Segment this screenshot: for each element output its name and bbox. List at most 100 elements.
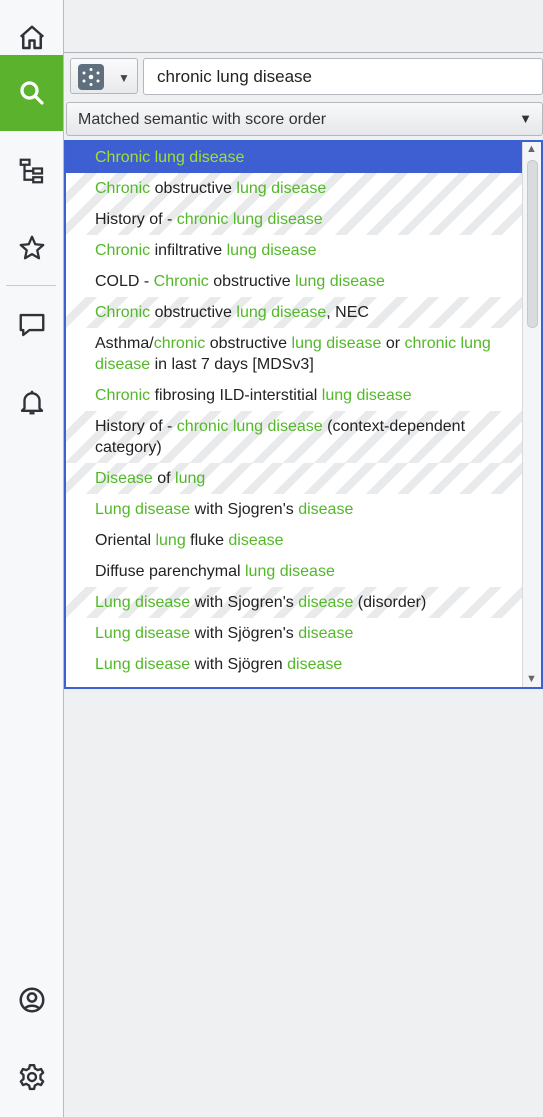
result-item[interactable]: Chronic lung disease <box>66 142 523 173</box>
result-text: obstructive <box>208 273 296 290</box>
sort-order-select[interactable]: Matched semantic with score order ▼ <box>66 102 543 136</box>
sidebar <box>0 0 64 1117</box>
result-item[interactable]: Lung disease with Sjögren disease <box>66 649 523 680</box>
nav-comments[interactable] <box>0 287 63 363</box>
star-icon <box>19 235 44 260</box>
match-highlight: Chronic <box>153 273 209 290</box>
result-item[interactable]: Chronic obstructive lung disease <box>66 173 523 204</box>
match-highlight: Lung <box>95 594 131 611</box>
match-highlight: Chronic <box>95 242 151 259</box>
vocabulary-selector-button[interactable]: ▼ <box>70 58 138 94</box>
nav-search[interactable] <box>0 55 63 131</box>
result-text: (disorder) <box>353 594 427 611</box>
match-highlight: Lung <box>95 656 131 673</box>
result-item[interactable]: Disease of lung <box>66 463 523 494</box>
match-highlight: Chronic <box>95 180 151 197</box>
result-item[interactable]: History of - chronic lung disease (conte… <box>66 411 523 463</box>
match-highlight: lung <box>232 211 264 228</box>
result-text: with Sjögren <box>190 656 288 673</box>
match-highlight: disease <box>135 501 191 518</box>
result-text: with Sjogren's <box>190 594 299 611</box>
user-icon <box>19 987 44 1013</box>
result-item[interactable]: Diffuse parenchymal lung disease <box>66 556 523 587</box>
result-item[interactable]: Asthma/chronic obstructive lung disease … <box>66 328 523 380</box>
match-highlight: Lung <box>95 625 131 642</box>
match-highlight: lung <box>175 470 206 487</box>
result-text: obstructive <box>205 335 292 352</box>
match-highlight: disease <box>135 594 191 611</box>
result-text: of <box>152 470 176 487</box>
match-highlight: disease <box>298 625 354 642</box>
result-item[interactable]: Oriental lung fluke disease <box>66 525 523 556</box>
result-text: with Sjögren's <box>190 625 299 642</box>
match-highlight: lung <box>236 304 267 321</box>
match-highlight: disease <box>135 625 191 642</box>
match-highlight: Chronic <box>95 149 151 166</box>
result-item[interactable]: Chronic infiltrative lung disease <box>66 235 523 266</box>
match-highlight: chronic <box>153 335 206 352</box>
nav-notifications[interactable] <box>0 364 63 440</box>
nav-favorites[interactable] <box>0 210 63 286</box>
top-toolbar <box>64 0 543 53</box>
match-highlight: disease <box>271 180 327 197</box>
match-highlight: Disease <box>95 470 153 487</box>
match-highlight: disease <box>189 149 245 166</box>
result-text: COLD - <box>95 273 154 290</box>
match-highlight: disease <box>261 242 317 259</box>
hierarchy-icon <box>19 158 43 184</box>
result-item[interactable]: Chronic fibrosing ILD-interstitial lung … <box>66 380 523 411</box>
match-highlight: disease <box>356 387 412 404</box>
match-highlight: lung <box>245 563 276 580</box>
results-list[interactable]: Chronic lung disease Chronic obstructive … <box>64 140 543 689</box>
result-item[interactable]: Lung disease with Sjogren's disease (dis… <box>66 587 523 618</box>
result-item[interactable]: Chronic obstructive lung disease, NEC <box>66 297 523 328</box>
result-text: History of - <box>95 418 177 435</box>
bell-icon <box>20 390 43 415</box>
nav-settings[interactable] <box>0 1039 63 1115</box>
match-highlight: lung <box>155 532 186 549</box>
match-highlight: disease <box>287 656 343 673</box>
vocabulary-logo-icon <box>78 64 104 90</box>
match-highlight: disease <box>279 563 335 580</box>
match-highlight: lung <box>291 335 322 352</box>
result-item[interactable]: History of - chronic lung disease <box>66 204 523 235</box>
results-scrollbar[interactable]: ▲ ▼ <box>522 142 541 687</box>
match-highlight: Lung <box>95 501 131 518</box>
result-text: obstructive <box>150 304 237 321</box>
result-item[interactable]: Lung disease with Sjogren's disease <box>66 494 523 525</box>
match-highlight: lung <box>154 149 185 166</box>
match-highlight: disease <box>329 273 385 290</box>
match-highlight: chronic <box>176 211 229 228</box>
nav-account[interactable] <box>0 962 63 1038</box>
match-highlight: disease <box>326 335 382 352</box>
sidebar-divider <box>6 285 56 286</box>
chevron-down-icon: ▼ <box>519 111 532 126</box>
result-text: or <box>381 335 405 352</box>
match-highlight: disease <box>271 304 327 321</box>
scroll-down-icon[interactable]: ▼ <box>526 673 537 685</box>
match-highlight: disease <box>298 501 354 518</box>
search-icon <box>19 81 44 105</box>
gear-icon <box>19 1063 44 1091</box>
match-highlight: lung <box>460 335 491 352</box>
match-highlight: chronic <box>404 335 457 352</box>
chat-icon <box>19 313 44 337</box>
result-text: fibrosing ILD-interstitial <box>150 387 322 404</box>
result-text: Asthma/ <box>95 335 154 352</box>
result-text: in last 7 days [MDSv3] <box>150 356 314 373</box>
match-highlight: Chronic <box>95 304 151 321</box>
sort-order-label: Matched semantic with score order <box>78 111 327 128</box>
result-item[interactable]: Lung disease with Sjögren's disease <box>66 618 523 649</box>
search-input[interactable] <box>143 58 543 95</box>
result-text: fluke <box>185 532 229 549</box>
result-item[interactable]: COLD - Chronic obstructive lung disease <box>66 266 523 297</box>
scrollbar-thumb[interactable] <box>527 160 538 328</box>
match-highlight: disease <box>95 356 151 373</box>
match-highlight: chronic <box>176 418 229 435</box>
nav-hierarchy[interactable] <box>0 133 63 209</box>
result-text: , NEC <box>326 304 369 321</box>
scroll-up-icon[interactable]: ▲ <box>526 143 537 155</box>
result-text: with Sjogren's <box>190 501 299 518</box>
result-text: infiltrative <box>150 242 227 259</box>
chevron-down-icon: ▼ <box>118 71 130 85</box>
